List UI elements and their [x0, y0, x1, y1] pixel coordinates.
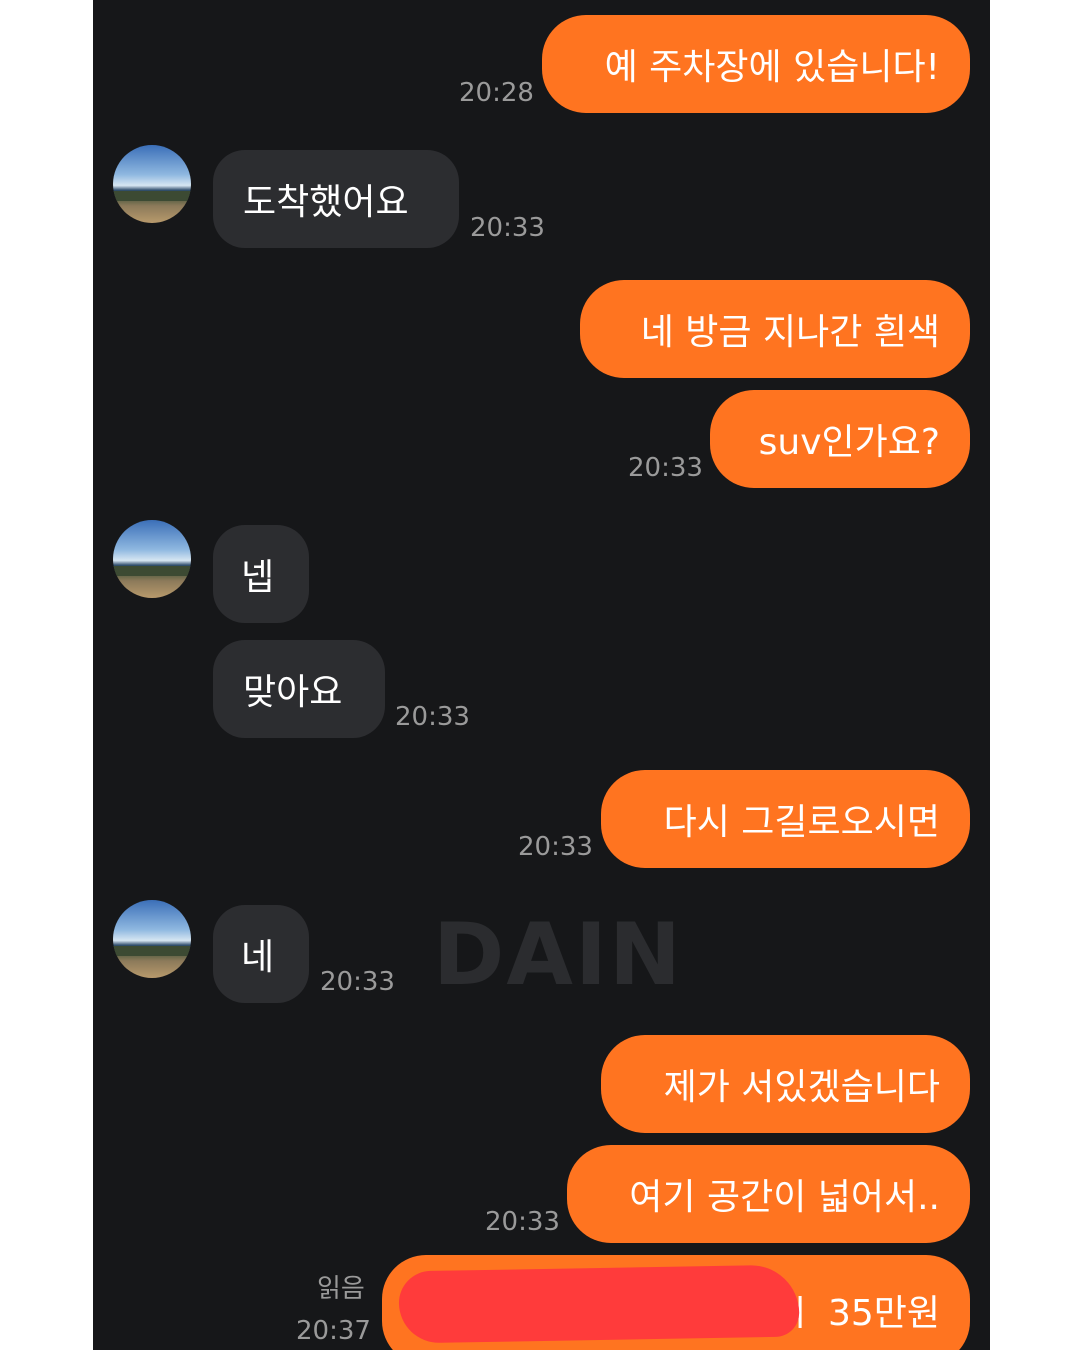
- message-time: 20:37: [296, 1316, 371, 1346]
- contact-avatar[interactable]: [113, 900, 191, 978]
- outgoing-message[interactable]: 다시 그길로오시면: [601, 770, 970, 868]
- incoming-message[interactable]: 넵: [213, 525, 309, 623]
- message-time: 20:33: [395, 702, 470, 732]
- chat-screen: 20:28 예 주차장에 있습니다! 도착했어요 20:33 네 방금 지나간 …: [93, 0, 990, 1350]
- watermark: DAIN: [433, 905, 683, 1005]
- message-time: 20:33: [518, 832, 593, 862]
- redaction-scribble: [398, 1264, 800, 1344]
- incoming-message[interactable]: 네: [213, 905, 309, 1003]
- contact-avatar[interactable]: [113, 520, 191, 598]
- outgoing-message[interactable]: 여기 공간이 넓어서..: [567, 1145, 970, 1243]
- message-time: 20:33: [628, 453, 703, 483]
- outgoing-message[interactable]: 예 주차장에 있습니다!: [542, 15, 970, 113]
- incoming-message[interactable]: 도착했어요: [213, 150, 459, 248]
- message-time: 20:33: [320, 967, 395, 997]
- message-time: 20:28: [459, 78, 534, 108]
- contact-avatar[interactable]: [113, 145, 191, 223]
- outgoing-message[interactable]: 네 방금 지나간 흰색: [580, 280, 970, 378]
- read-receipt: 읽음: [317, 1274, 365, 1304]
- incoming-message[interactable]: 맞아요: [213, 640, 385, 738]
- outgoing-message[interactable]: 제가 서있겠습니다: [601, 1035, 970, 1133]
- message-time: 20:33: [470, 213, 545, 243]
- message-time: 20:33: [485, 1207, 560, 1237]
- outgoing-message[interactable]: suv인가요?: [710, 390, 970, 488]
